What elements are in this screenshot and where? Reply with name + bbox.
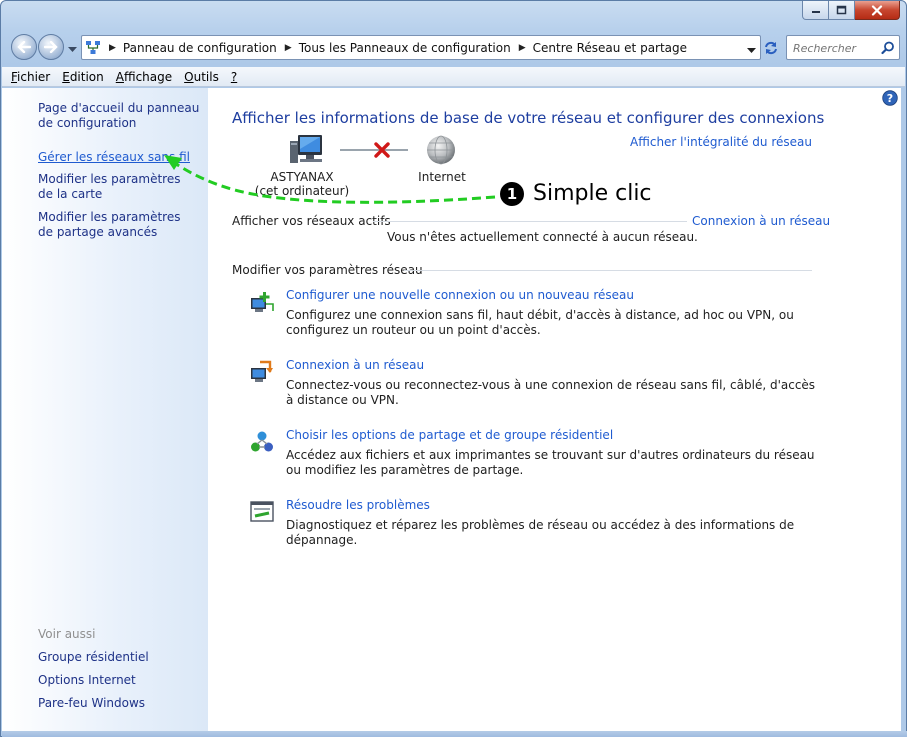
internet-label: Internet [418, 170, 466, 184]
address-bar[interactable]: ▶ Panneau de configuration ▶ Tous les Pa… [81, 35, 761, 60]
minimize-icon [811, 11, 820, 13]
section-divider [404, 270, 812, 271]
page-title: Afficher les informations de base de vot… [232, 109, 825, 127]
arrow-right-icon [44, 41, 58, 53]
address-dropdown[interactable] [747, 43, 756, 57]
close-icon [871, 4, 883, 16]
menu-outils[interactable]: Outils [179, 70, 224, 84]
menu-label: utils [193, 69, 219, 84]
new-connection-icon [251, 292, 274, 312]
menu-edition[interactable]: Edition [57, 70, 109, 84]
task-description: Connectez-vous ou reconnectez-vous à une… [286, 378, 816, 407]
see-also-internet-options-link[interactable]: Options Internet [38, 673, 136, 687]
see-also-firewall-link[interactable]: Pare-feu Windows [38, 696, 145, 710]
internet-globe-icon [427, 135, 455, 165]
advanced-sharing-link[interactable]: Modifier les paramètres de partage avanc… [38, 210, 188, 240]
computer-icon [290, 135, 322, 163]
menu-accel: O [184, 69, 194, 84]
window-frame: ▶ Panneau de configuration ▶ Tous les Pa… [0, 0, 907, 737]
manage-wireless-link[interactable]: Gérer les réseaux sans fil [38, 150, 203, 165]
arrow-left-icon [17, 41, 31, 53]
menu-accel: ? [230, 69, 238, 84]
computer-subtitle: (cet ordinateur) [254, 184, 350, 198]
menu-affichage[interactable]: Affichage [111, 70, 177, 84]
breadcrumb-separator-icon[interactable]: ▶ [109, 43, 116, 53]
minimize-button[interactable] [802, 1, 829, 20]
breadcrumb-separator-icon[interactable]: ▶ [519, 43, 526, 53]
svg-text:?: ? [887, 92, 893, 105]
breadcrumb-all-panels[interactable]: Tous les Panneaux de configuration [299, 41, 511, 55]
address-row: ▶ Panneau de configuration ▶ Tous les Pa… [9, 32, 900, 62]
connect-to-network-link[interactable]: Connexion à un réseau [692, 214, 830, 228]
menu-bar: Fichier Edition Affichage Outils ? [2, 67, 905, 87]
breadcrumb-separator-icon[interactable]: ▶ [285, 43, 292, 53]
caption-buttons [802, 1, 900, 21]
task-homegroup-link[interactable]: Choisir les options de partage et de gro… [286, 428, 613, 442]
control-panel-home-link[interactable]: Page d'accueil du panneau de configurati… [38, 101, 203, 131]
menu-accel: E [62, 69, 70, 84]
search-icon[interactable] [881, 41, 895, 55]
menu-fichier[interactable]: Fichier [6, 70, 55, 84]
task-new-connection-link[interactable]: Configurer une nouvelle connexion ou un … [286, 288, 634, 302]
disconnected-x-icon [374, 142, 390, 158]
not-connected-status: Vous n'êtes actuellement connecté à aucu… [387, 230, 698, 244]
full-network-map-link[interactable]: Afficher l'intégralité du réseau [630, 135, 812, 149]
menu-label: ichier [17, 69, 51, 84]
search-input[interactable] [793, 40, 875, 56]
adapter-settings-link[interactable]: Modifier les paramètres de la carte [38, 172, 198, 202]
maximize-button[interactable] [829, 1, 855, 20]
help-icon[interactable]: ? [882, 90, 898, 106]
forward-button[interactable] [38, 34, 64, 60]
change-settings-heading: Modifier vos paramètres réseau [232, 263, 423, 277]
window-bottom-border [2, 731, 907, 737]
see-also-heading: Voir aussi [38, 627, 96, 641]
chevron-down-icon [68, 47, 77, 52]
menu-label: dition [69, 69, 104, 84]
refresh-icon [765, 41, 777, 54]
homegroup-icon [251, 431, 273, 452]
section-divider [373, 221, 687, 222]
task-description: Diagnostiquez et réparez les problèmes d… [286, 518, 795, 547]
refresh-button[interactable] [759, 35, 783, 60]
connect-network-icon [251, 360, 273, 382]
menu-help[interactable]: ? [226, 70, 242, 84]
troubleshoot-icon [250, 501, 274, 522]
main-content: ? Afficher les informations de base de v… [208, 88, 901, 731]
chevron-down-icon [747, 48, 756, 53]
active-networks-heading: Afficher vos réseaux actifs [232, 214, 391, 228]
close-button[interactable] [855, 1, 900, 20]
see-also-homegroup-link[interactable]: Groupe résidentiel [38, 650, 149, 664]
left-nav-pane: Page d'accueil du panneau de configurati… [2, 88, 208, 731]
breadcrumb-network-center[interactable]: Centre Réseau et partage [533, 41, 687, 55]
task-description: Accédez aux fichiers et aux imprimantes … [286, 448, 815, 477]
task-troubleshoot-link[interactable]: Résoudre les problèmes [286, 498, 430, 512]
menu-accel: A [115, 69, 124, 84]
computer-name: ASTYANAX [270, 170, 334, 184]
search-box[interactable] [786, 35, 900, 60]
maximize-icon [836, 5, 847, 15]
task-connect-network-link[interactable]: Connexion à un réseau [286, 358, 424, 372]
history-dropdown[interactable] [68, 42, 78, 52]
network-center-icon [86, 40, 100, 54]
breadcrumb-control-panel[interactable]: Panneau de configuration [123, 41, 277, 55]
back-button[interactable] [11, 34, 37, 60]
menu-label: ffichage [123, 69, 173, 84]
task-description: Configurez une connexion sans fil, haut … [286, 308, 794, 337]
